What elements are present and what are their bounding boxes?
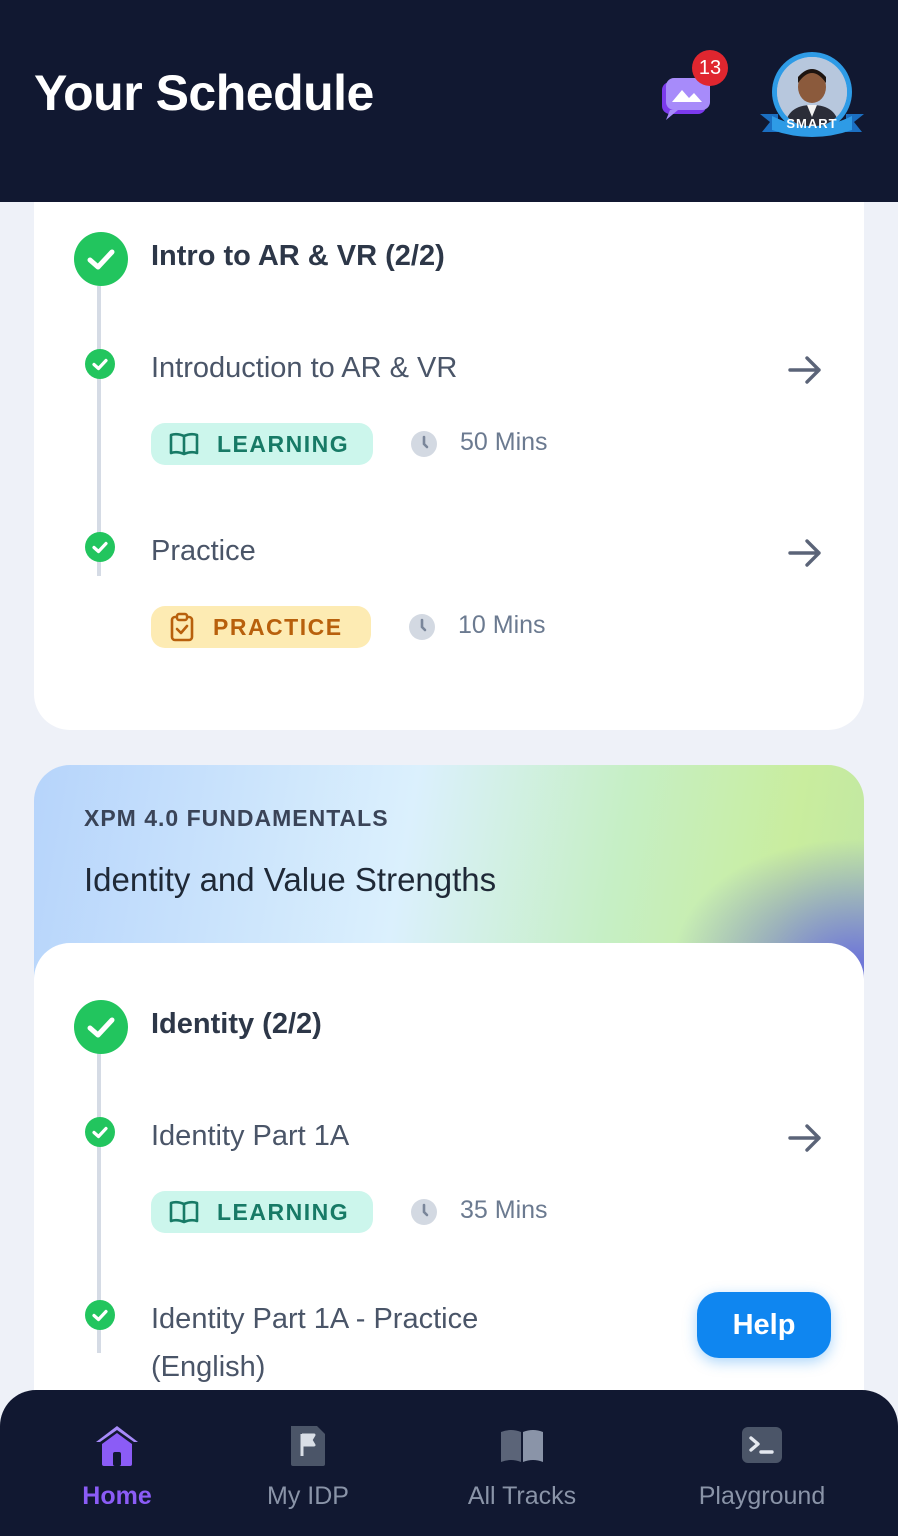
module-title: Identity (2/2) bbox=[151, 1008, 322, 1040]
arrow-right-icon[interactable] bbox=[787, 1120, 823, 1156]
terminal-icon bbox=[742, 1427, 782, 1463]
module-title: Intro to AR & VR (2/2) bbox=[151, 240, 445, 272]
bottom-navigation: Home My IDP All Tracks Playground bbox=[0, 1390, 898, 1536]
lesson-title[interactable]: Identity Part 1A bbox=[151, 1112, 349, 1160]
learning-tag: LEARNING bbox=[151, 423, 373, 465]
tag-label: LEARNING bbox=[217, 430, 350, 457]
home-icon bbox=[96, 1426, 138, 1466]
app-header: Your Schedule 13 SMART bbox=[0, 0, 898, 202]
nav-label: My IDP bbox=[267, 1482, 349, 1510]
arrow-right-icon[interactable] bbox=[787, 352, 823, 388]
practice-tag: PRACTICE bbox=[151, 606, 371, 648]
page-title: Your Schedule bbox=[34, 65, 374, 121]
nav-label: Home bbox=[82, 1482, 152, 1510]
module-card-ar-vr: Intro to AR & VR (2/2) Introduction to A… bbox=[34, 202, 864, 730]
profile-avatar[interactable]: SMART bbox=[758, 50, 866, 140]
module-complete-check-icon bbox=[74, 1000, 128, 1054]
book-icon bbox=[169, 1200, 199, 1224]
lesson-title-line: Identity Part 1A - Practice bbox=[151, 1303, 479, 1335]
lesson-title-line: (English) bbox=[151, 1351, 266, 1383]
lesson-title[interactable]: Identity Part 1A - Practice (English) bbox=[151, 1295, 478, 1391]
book-icon bbox=[169, 432, 199, 456]
notification-badge: 13 bbox=[692, 50, 728, 86]
open-book-icon bbox=[501, 1430, 543, 1462]
course-title: Identity and Value Strengths bbox=[84, 861, 497, 898]
lesson-title[interactable]: Introduction to AR & VR bbox=[151, 344, 457, 392]
tag-label: PRACTICE bbox=[213, 613, 343, 640]
clock-icon bbox=[411, 1199, 437, 1225]
learning-tag: LEARNING bbox=[151, 1191, 373, 1233]
duration-label: 50 Mins bbox=[460, 428, 548, 456]
clipboard-check-icon bbox=[170, 612, 194, 642]
nav-home[interactable]: Home bbox=[22, 1420, 212, 1520]
item-complete-check-icon bbox=[85, 349, 115, 379]
nav-all-tracks[interactable]: All Tracks bbox=[427, 1420, 617, 1520]
item-complete-check-icon bbox=[85, 532, 115, 562]
clock-icon bbox=[411, 431, 437, 457]
arrow-right-icon[interactable] bbox=[787, 535, 823, 571]
item-complete-check-icon bbox=[85, 1300, 115, 1330]
nav-label: All Tracks bbox=[467, 1482, 577, 1510]
tag-label: LEARNING bbox=[217, 1198, 350, 1225]
duration-label: 35 Mins bbox=[460, 1196, 548, 1224]
nav-label: Playground bbox=[698, 1482, 826, 1510]
help-button[interactable]: Help bbox=[697, 1292, 831, 1358]
course-category: XPM 4.0 FUNDAMENTALS bbox=[84, 805, 389, 831]
nav-playground[interactable]: Playground bbox=[667, 1420, 857, 1520]
flag-document-icon bbox=[291, 1426, 325, 1466]
item-complete-check-icon bbox=[85, 1117, 115, 1147]
duration-label: 10 Mins bbox=[458, 611, 546, 639]
module-complete-check-icon bbox=[74, 232, 128, 286]
avatar-badge-label: SMART bbox=[786, 116, 838, 131]
clock-icon bbox=[409, 614, 435, 640]
nav-my-idp[interactable]: My IDP bbox=[213, 1420, 403, 1520]
lesson-title[interactable]: Practice bbox=[151, 527, 256, 575]
